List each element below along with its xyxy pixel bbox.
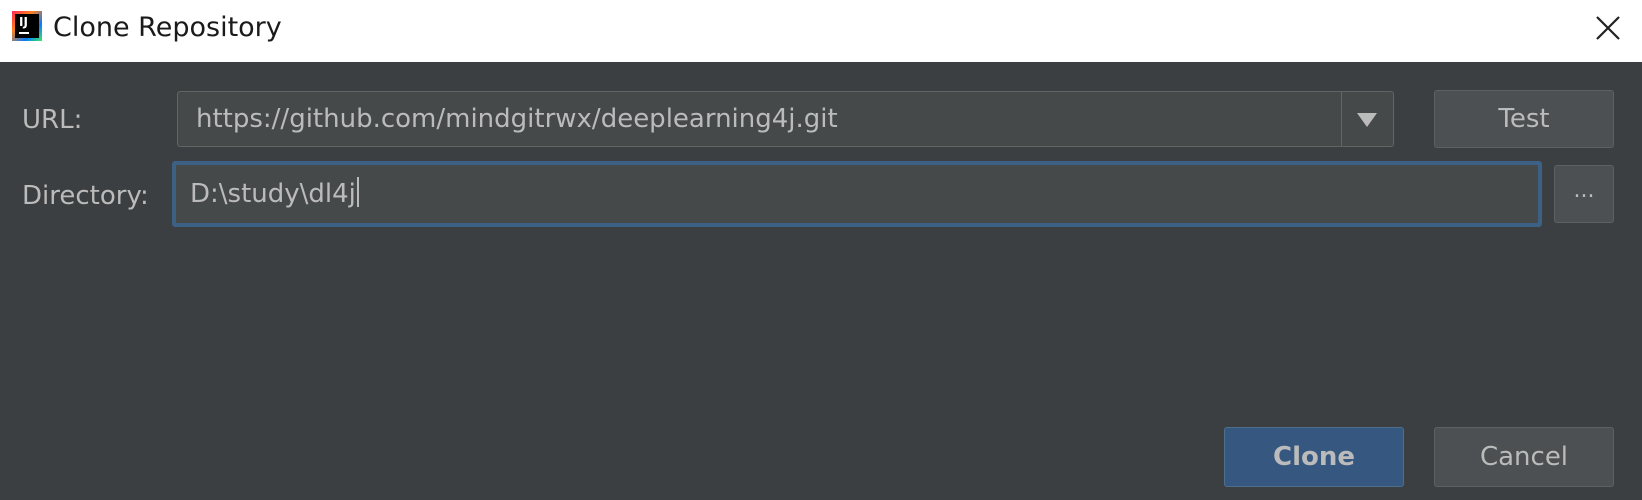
url-input[interactable]: https://github.com/mindgitrwx/deeplearni… bbox=[196, 103, 838, 135]
text-caret bbox=[356, 177, 359, 207]
intellij-idea-icon: IJ bbox=[12, 11, 42, 41]
directory-field[interactable]: D:\study\dl4j bbox=[172, 161, 1542, 227]
directory-input-value[interactable]: D:\study\dl4j bbox=[190, 177, 359, 210]
clone-button[interactable]: Clone bbox=[1224, 427, 1404, 487]
triangle-down-icon bbox=[1357, 113, 1377, 127]
cancel-button[interactable]: Cancel bbox=[1434, 427, 1614, 487]
window-title: Clone Repository bbox=[53, 12, 282, 43]
clone-repository-dialog: IJ Clone Repository URL: https://github.… bbox=[0, 0, 1642, 500]
directory-label: Directory: bbox=[22, 181, 149, 211]
url-combobox[interactable]: https://github.com/mindgitrwx/deeplearni… bbox=[177, 91, 1394, 147]
url-label: URL: bbox=[22, 105, 83, 135]
close-button[interactable] bbox=[1590, 10, 1626, 46]
title-bar: IJ Clone Repository bbox=[0, 0, 1642, 62]
app-icon-text: IJ bbox=[19, 15, 28, 29]
test-button[interactable]: Test bbox=[1434, 90, 1614, 148]
directory-input-text: D:\study\dl4j bbox=[190, 179, 356, 209]
browse-button[interactable]: ... bbox=[1554, 165, 1614, 223]
url-history-dropdown-button[interactable] bbox=[1342, 92, 1393, 146]
close-icon bbox=[1596, 16, 1620, 40]
